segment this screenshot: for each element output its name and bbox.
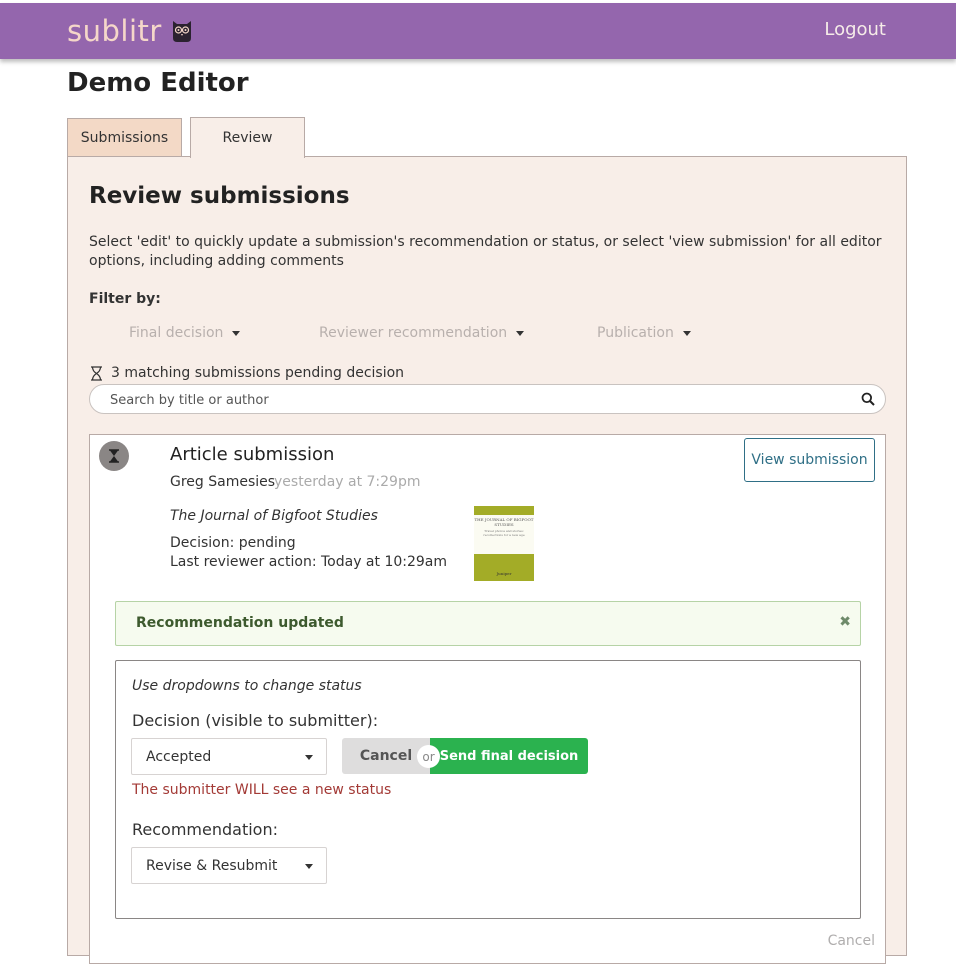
- success-alert: Recommendation updated ✖: [115, 601, 861, 646]
- recommendation-label: Recommendation:: [132, 820, 278, 839]
- or-divider: or: [417, 745, 440, 768]
- tab-submissions[interactable]: Submissions: [67, 118, 182, 156]
- caret-down-icon: [232, 330, 241, 336]
- cover-imprint: Juniper: [496, 571, 512, 576]
- recommendation-select[interactable]: Revise & Resubmit: [131, 847, 327, 884]
- matching-text: 3 matching submissions pending decision: [111, 365, 405, 381]
- decision-select[interactable]: Accepted: [131, 738, 327, 775]
- review-panel: Review submissions Select 'edit' to quic…: [67, 156, 907, 964]
- hourglass-icon: [99, 441, 129, 471]
- submission-author: Greg Samesies: [170, 474, 276, 490]
- caret-down-icon: [305, 755, 313, 760]
- cover-subtitle: Travel photos and stories: recollections…: [483, 529, 525, 537]
- search-input[interactable]: [108, 390, 852, 410]
- submission-card: Article submission Greg Samesies yesterd…: [89, 434, 886, 964]
- edit-status-box: Use dropdowns to change status Decision …: [115, 660, 861, 919]
- matching-count: 3 matching submissions pending decision: [90, 365, 404, 381]
- filter-label: Filter by:: [89, 291, 161, 307]
- send-final-decision-button[interactable]: Send final decision: [430, 738, 588, 774]
- decision-select-value: Accepted: [146, 749, 212, 765]
- filter-publication-label: Publication: [597, 325, 674, 341]
- filter-publication[interactable]: Publication: [597, 325, 691, 341]
- edit-hint: Use dropdowns to change status: [132, 678, 362, 694]
- search-icon[interactable]: [861, 392, 875, 406]
- review-title: Review submissions: [89, 183, 350, 209]
- review-description: Select 'edit' to quickly update a submis…: [89, 234, 882, 269]
- alert-text: Recommendation updated: [136, 615, 344, 631]
- brand-name: sublitr: [67, 14, 162, 48]
- submission-timestamp: yesterday at 7:29pm: [274, 474, 421, 490]
- journal-cover-image: THE JOURNAL OF BIGFOOT STUDIES Travel ph…: [474, 506, 534, 581]
- close-icon[interactable]: ✖: [839, 614, 851, 630]
- decision-label: Decision (visible to submitter):: [132, 711, 379, 730]
- cover-title: THE JOURNAL OF BIGFOOT STUDIES: [474, 517, 534, 527]
- filter-reviewer-recommendation-label: Reviewer recommendation: [319, 325, 508, 341]
- submission-title: Article submission: [170, 444, 335, 465]
- filter-final-decision-label: Final decision: [129, 325, 224, 341]
- page-title: Demo Editor: [67, 68, 249, 98]
- recommendation-select-value: Revise & Resubmit: [146, 858, 278, 874]
- submission-decision: Decision: pending: [170, 535, 296, 551]
- caret-down-icon: [305, 864, 313, 869]
- submission-last-action: Last reviewer action: Today at 10:29am: [170, 554, 448, 570]
- app-header: sublitr Logout: [0, 3, 956, 59]
- brand[interactable]: sublitr: [67, 13, 193, 49]
- caret-down-icon: [682, 330, 691, 336]
- logout-link[interactable]: Logout: [824, 19, 886, 40]
- view-submission-button[interactable]: View submission: [744, 438, 875, 482]
- owl-icon: [171, 18, 193, 44]
- filter-reviewer-recommendation[interactable]: Reviewer recommendation: [319, 325, 525, 341]
- submission-journal: The Journal of Bigfoot Studies: [170, 508, 378, 524]
- cancel-edit-link[interactable]: Cancel: [828, 933, 875, 949]
- search-bar: [89, 384, 886, 414]
- caret-down-icon: [516, 330, 525, 336]
- tab-review[interactable]: Review: [190, 117, 305, 158]
- submitter-warning: The submitter WILL see a new status: [132, 782, 392, 798]
- filter-final-decision[interactable]: Final decision: [129, 325, 241, 341]
- hourglass-outline-icon: [91, 365, 102, 381]
